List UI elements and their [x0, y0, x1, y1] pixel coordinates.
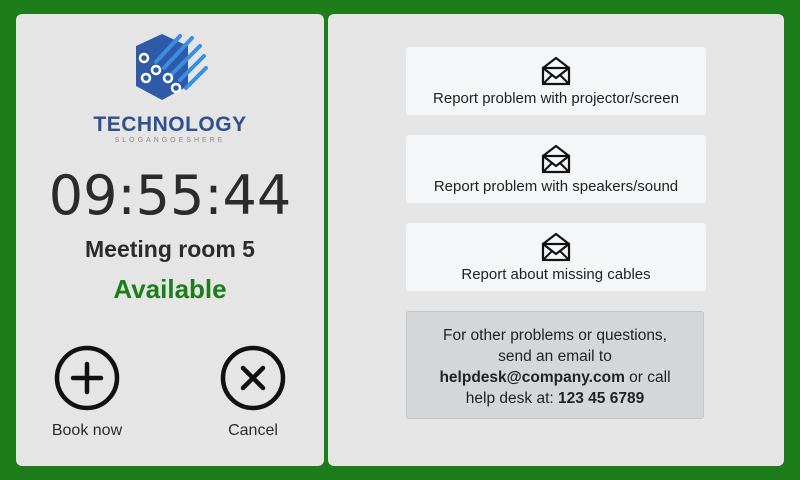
envelope-open-icon — [541, 144, 571, 174]
room-status-panel: TECHNOLOGY SLOGANGOESHERE 09:55:44 Meeti… — [16, 14, 324, 466]
report-cables-label: Report about missing cables — [461, 266, 651, 283]
helpdesk-info-box: For other problems or questions, send an… — [406, 311, 704, 419]
report-projector-label: Report problem with projector/screen — [433, 90, 679, 107]
logo-wordmark: TECHNOLOGY — [93, 113, 247, 136]
info-line-3: helpdesk@company.com or call — [407, 367, 703, 388]
report-cables-button[interactable]: Report about missing cables — [406, 223, 706, 291]
book-now-label: Book now — [51, 422, 123, 439]
cancel-button[interactable]: Cancel — [198, 344, 308, 440]
envelope-open-icon — [541, 232, 571, 262]
info-line-1: For other problems or questions, — [443, 327, 667, 344]
company-logo: TECHNOLOGY SLOGANGOESHERE — [16, 28, 324, 145]
room-status: Available — [113, 274, 227, 304]
helpdesk-email: helpdesk@company.com — [439, 369, 625, 386]
hexagon-circuit-icon — [136, 34, 208, 100]
report-projector-button[interactable]: Report problem with projector/screen — [406, 47, 706, 115]
room-name: Meeting room 5 — [85, 236, 255, 262]
info-or-call: or call — [624, 369, 671, 386]
logo-slogan: SLOGANGOESHERE — [114, 137, 226, 144]
envelope-open-icon — [541, 56, 571, 86]
report-speakers-button[interactable]: Report problem with speakers/sound — [406, 135, 706, 203]
report-panel: Report problem with projector/screen Rep… — [328, 14, 784, 466]
report-speakers-label: Report problem with speakers/sound — [433, 178, 679, 195]
clock-display: 09:55:44 — [48, 164, 292, 227]
x-circle-icon — [220, 345, 286, 411]
info-line-4: help desk at: 123 45 6789 — [407, 388, 703, 409]
book-now-button[interactable]: Book now — [32, 344, 142, 440]
info-line-2: send an email to — [498, 348, 612, 365]
plus-circle-icon — [54, 345, 120, 411]
info-phone-prefix: help desk at: — [465, 390, 558, 407]
cancel-label: Cancel — [228, 422, 278, 439]
helpdesk-phone: 123 45 6789 — [558, 390, 645, 407]
